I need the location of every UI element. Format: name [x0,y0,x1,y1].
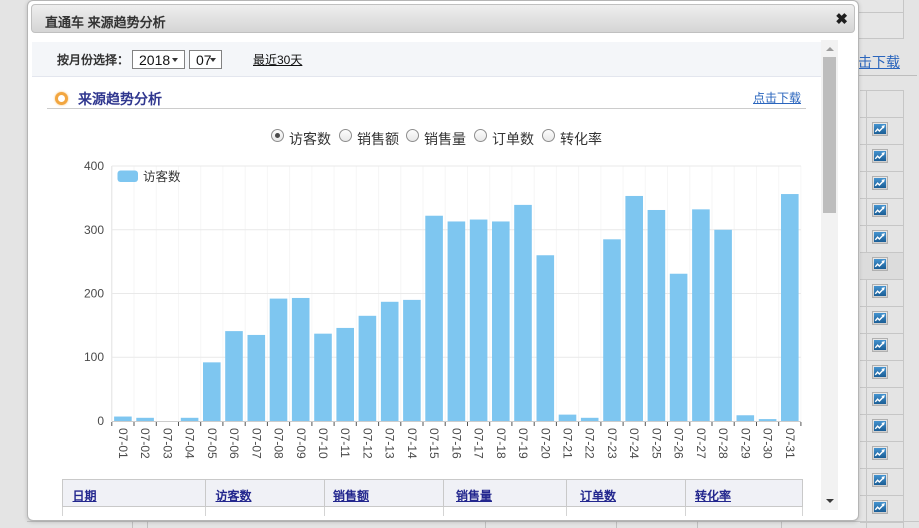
svg-text:07-01: 07-01 [116,428,130,459]
svg-text:07-11: 07-11 [338,428,352,458]
svg-text:07-21: 07-21 [561,428,575,459]
svg-text:07-23: 07-23 [605,428,619,459]
svg-text:07-24: 07-24 [627,428,641,459]
svg-text:07-09: 07-09 [294,428,308,459]
svg-text:07-30: 07-30 [761,428,775,459]
svg-text:07-02: 07-02 [138,428,152,459]
svg-text:07-31: 07-31 [783,428,797,459]
svg-text:07-15: 07-15 [427,428,441,459]
svg-text:200: 200 [84,287,104,301]
svg-text:400: 400 [84,159,104,173]
svg-text:07-13: 07-13 [383,428,397,459]
svg-text:07-07: 07-07 [249,428,263,459]
svg-text:100: 100 [84,350,104,364]
svg-text:07-27: 07-27 [694,428,708,459]
svg-text:07-05: 07-05 [205,428,219,459]
svg-text:访客数: 访客数 [143,169,181,184]
svg-text:07-12: 07-12 [360,428,374,459]
svg-text:07-19: 07-19 [516,428,530,459]
svg-text:07-18: 07-18 [494,428,508,459]
svg-text:07-22: 07-22 [583,428,597,459]
svg-text:300: 300 [84,223,104,237]
svg-text:07-08: 07-08 [272,428,286,459]
svg-text:07-03: 07-03 [160,428,174,459]
svg-text:0: 0 [97,414,104,428]
svg-text:07-20: 07-20 [538,428,552,459]
svg-text:07-25: 07-25 [649,428,663,459]
svg-text:07-14: 07-14 [405,428,419,459]
svg-text:07-04: 07-04 [183,428,197,459]
svg-text:07-06: 07-06 [227,428,241,459]
svg-text:07-10: 07-10 [316,428,330,459]
svg-text:07-26: 07-26 [672,428,686,459]
svg-text:07-28: 07-28 [716,428,730,459]
svg-text:07-16: 07-16 [449,428,463,459]
svg-text:07-29: 07-29 [738,428,752,459]
svg-text:07-17: 07-17 [472,428,486,459]
